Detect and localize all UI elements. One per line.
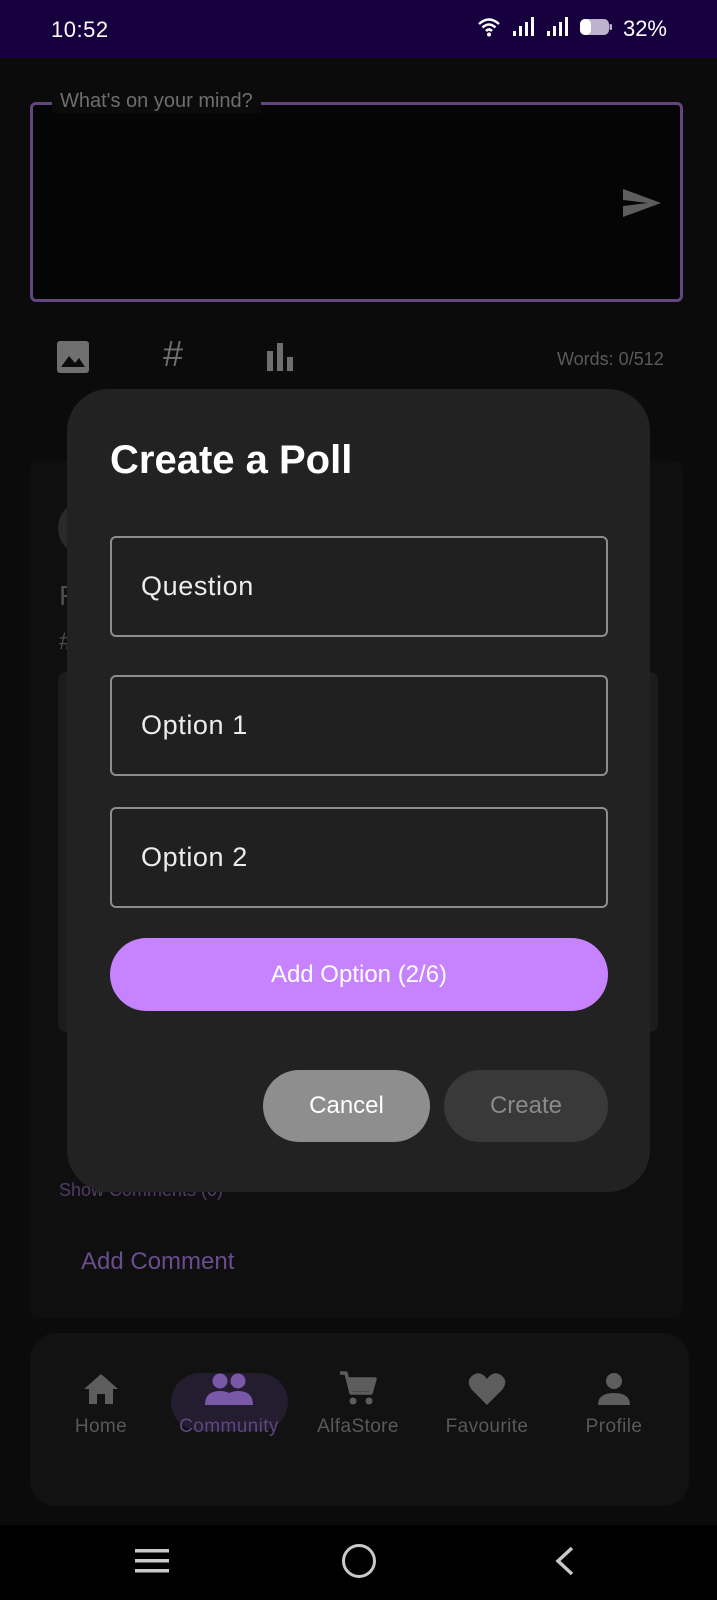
battery-icon xyxy=(579,17,613,42)
back-icon[interactable] xyxy=(552,1546,576,1581)
home-button-icon[interactable] xyxy=(342,1544,376,1578)
recent-apps-icon[interactable] xyxy=(135,1547,169,1580)
signal-icon xyxy=(511,16,535,43)
add-option-button[interactable]: Add Option (2/6) xyxy=(110,938,608,1011)
post-input-label: What's on your mind? xyxy=(52,90,261,113)
send-icon[interactable] xyxy=(622,188,662,223)
nav-label-profile: Profile xyxy=(585,1416,643,1437)
community-icon xyxy=(164,1370,294,1408)
status-icons: 32% xyxy=(477,16,667,42)
nav-item-alfastore[interactable]: AlfaStore xyxy=(293,1370,423,1438)
question-input[interactable]: Question xyxy=(110,536,608,637)
image-icon[interactable] xyxy=(56,340,90,379)
wifi-icon xyxy=(477,16,501,43)
nav-label-community: Community xyxy=(179,1416,279,1437)
option-2-placeholder: Option 2 xyxy=(141,842,248,872)
option-1-input[interactable]: Option 1 xyxy=(110,675,608,776)
nav-label-favourite: Favourite xyxy=(445,1416,529,1437)
heart-icon xyxy=(422,1370,552,1408)
question-placeholder: Question xyxy=(141,571,254,601)
cart-icon xyxy=(293,1370,423,1408)
option-2-input[interactable]: Option 2 xyxy=(110,807,608,908)
word-count: Words: 0/512 xyxy=(557,349,664,369)
nav-item-profile[interactable]: Profile xyxy=(549,1370,679,1438)
poll-icon[interactable] xyxy=(267,343,297,376)
home-icon xyxy=(36,1370,166,1408)
nav-item-home[interactable]: Home xyxy=(36,1370,166,1438)
add-comment-link[interactable]: Add Comment xyxy=(81,1248,234,1276)
battery-percent: 32% xyxy=(622,16,667,41)
person-icon xyxy=(549,1370,679,1408)
cancel-button[interactable]: Cancel xyxy=(263,1070,430,1142)
nav-label-alfastore: AlfaStore xyxy=(317,1416,399,1437)
post-input[interactable] xyxy=(30,102,683,302)
nav-label-home: Home xyxy=(74,1416,128,1437)
nav-item-community[interactable]: Community xyxy=(164,1370,294,1438)
hashtag-icon[interactable]: # xyxy=(163,333,183,375)
create-button[interactable]: Create xyxy=(444,1070,608,1142)
option-1-placeholder: Option 1 xyxy=(141,710,248,740)
signal-icon xyxy=(545,16,569,43)
status-time: 10:52 xyxy=(51,17,109,42)
nav-item-favourite[interactable]: Favourite xyxy=(422,1370,552,1438)
dialog-title: Create a Poll xyxy=(110,438,353,482)
